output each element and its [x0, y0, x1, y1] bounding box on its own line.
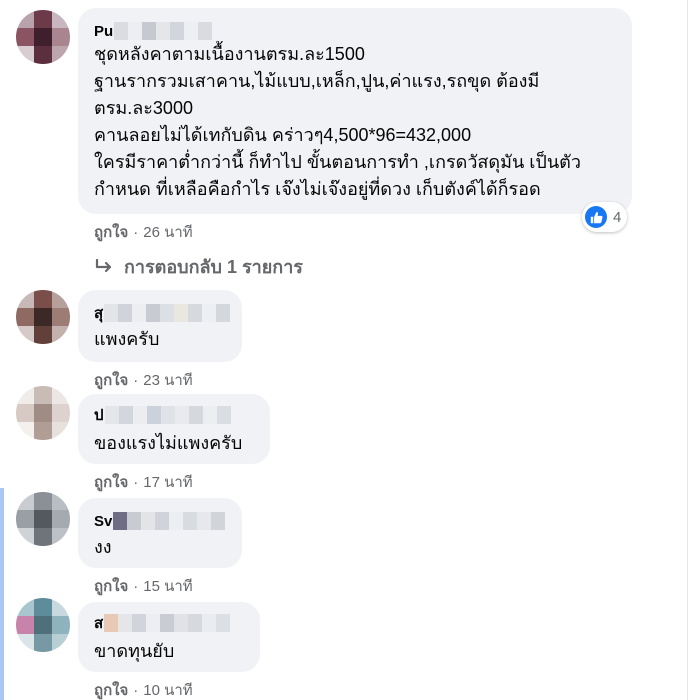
comment-actions: ถูกใจ · 15 นาที	[94, 574, 193, 598]
view-replies-link[interactable]: การตอบกลับ 1 รายการ	[94, 252, 303, 281]
comment-author[interactable]: ป	[94, 406, 231, 424]
avatar[interactable]	[16, 386, 70, 440]
reaction-summary[interactable]: 4	[582, 202, 628, 232]
comment-text: แพงครับ	[94, 329, 160, 349]
like-button[interactable]: ถูกใจ	[94, 470, 128, 494]
author-name[interactable]: Sv	[94, 513, 112, 530]
separator-dot: ·	[133, 473, 139, 491]
comment-text-line: ฐานรากรวมเสาคาน,ไม้แบบ,เหล็ก,ปูน,ค่าแรง,…	[94, 71, 540, 91]
comment-actions: ถูกใจ · 26 นาที	[94, 220, 193, 244]
like-button[interactable]: ถูกใจ	[94, 220, 128, 244]
avatar[interactable]	[16, 10, 70, 64]
side-highlight-stripe	[0, 488, 4, 700]
comment-text-line: คานลอยไม่ได้เทกับดิน คร่าวๆ4,500*96=432,…	[94, 125, 472, 145]
comment-text: งง	[94, 537, 112, 557]
comment-timestamp[interactable]: 26 นาที	[143, 220, 192, 244]
comment-timestamp[interactable]: 10 นาที	[143, 678, 192, 700]
comment-author[interactable]: ส	[94, 611, 231, 635]
redacted-name	[104, 614, 231, 632]
comment-text: ขาดทุนยับ	[94, 641, 175, 661]
separator-dot: ·	[133, 577, 139, 595]
comment-author[interactable]: สุ	[94, 301, 231, 325]
redacted-name	[104, 304, 231, 322]
author-name[interactable]: สุ	[94, 301, 103, 325]
comment-actions: ถูกใจ · 10 นาที	[94, 678, 193, 700]
separator-dot: ·	[133, 681, 139, 699]
author-name[interactable]: Pu	[94, 23, 113, 40]
like-button[interactable]: ถูกใจ	[94, 368, 128, 392]
author-name[interactable]: ป	[94, 403, 104, 427]
avatar[interactable]	[16, 598, 70, 652]
redacted-name	[114, 22, 213, 40]
comment-author[interactable]: Pu	[94, 22, 213, 40]
avatar[interactable]	[16, 492, 70, 546]
comment-timestamp[interactable]: 23 นาที	[143, 368, 192, 392]
like-button[interactable]: ถูกใจ	[94, 574, 128, 598]
comment-text-line: กำหนด ที่เหลือคือกำไร เจ๊งไม่เจ๊งอยู่ที่…	[94, 179, 541, 199]
reaction-count: 4	[613, 208, 622, 226]
redacted-name	[104, 406, 231, 424]
comment-timestamp[interactable]: 17 นาที	[143, 470, 192, 494]
reply-arrow-icon	[95, 258, 112, 272]
comment-text-line: ตรม.ละ3000	[94, 98, 193, 118]
comment-timestamp[interactable]: 15 นาที	[143, 574, 192, 598]
like-reaction-icon	[585, 206, 607, 228]
comment-text-line: ใครมีราคาต่ำกว่านี้ ก็ทำไป ขั้นตอนการทำ …	[94, 152, 581, 172]
comment-text-line: ชุดหลังคาตามเนื้องานตรม.ละ1500	[94, 44, 365, 64]
comment-actions: ถูกใจ · 17 นาที	[94, 470, 193, 494]
like-button[interactable]: ถูกใจ	[94, 678, 128, 700]
comment-actions: ถูกใจ · 23 นาที	[94, 368, 193, 392]
replies-label: การตอบกลับ 1 รายการ	[124, 257, 303, 277]
author-name[interactable]: ส	[94, 611, 103, 635]
separator-dot: ·	[133, 223, 139, 241]
avatar[interactable]	[16, 290, 70, 344]
scroll-edge-divider	[687, 0, 688, 700]
separator-dot: ·	[133, 371, 139, 389]
comment-author[interactable]: Sv	[94, 512, 226, 530]
redacted-name	[113, 512, 226, 530]
comment-text: ของแรงไม่แพงครับ	[94, 433, 243, 453]
